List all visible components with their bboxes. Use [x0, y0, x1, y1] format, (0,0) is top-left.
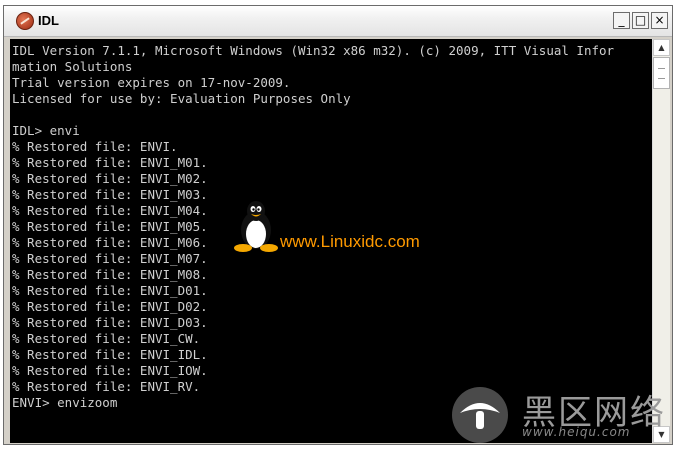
console-line: % Restored file: ENVI_M08.: [12, 267, 208, 282]
mushroom-logo-icon: [452, 387, 508, 443]
console-line: IDL> envi: [12, 123, 80, 138]
console-line: IDL Version 7.1.1, Microsoft Windows (Wi…: [12, 43, 615, 58]
console-line: % Restored file: ENVI_IDL.: [12, 347, 208, 362]
maximize-button[interactable]: □: [632, 12, 649, 29]
heiqu-logo: 黑区网络 www.heiqu.com: [446, 385, 671, 445]
penguin-icon: [234, 201, 278, 252]
logo-url-text: www.heiqu.com: [522, 425, 631, 439]
console-line: % Restored file: ENVI_M01.: [12, 155, 208, 170]
console-line: % Restored file: ENVI_M05.: [12, 219, 208, 234]
console-line: % Restored file: ENVI.: [12, 139, 178, 154]
console-line: % Restored file: ENVI_D03.: [12, 315, 208, 330]
vertical-scrollbar[interactable]: ▲ ▼: [652, 39, 670, 443]
console-line: Licensed for use by: Evaluation Purposes…: [12, 91, 351, 106]
minimize-button[interactable]: _: [613, 12, 630, 29]
console-prompt-line: ENVI> envizoom: [12, 395, 118, 410]
console-line: mation Solutions: [12, 59, 133, 74]
scroll-thumb[interactable]: [653, 57, 670, 89]
console-line: % Restored file: ENVI_M04.: [12, 203, 208, 218]
linuxidc-watermark: www.Linuxidc.com: [232, 198, 462, 252]
console-line: % Restored file: ENVI_D01.: [12, 283, 208, 298]
console-line: % Restored file: ENVI_CW.: [12, 331, 201, 346]
watermark-url: www.Linuxidc.com: [280, 232, 420, 251]
title-bar[interactable]: IDL _ □ ×: [4, 6, 672, 37]
window-title: IDL: [38, 13, 59, 28]
console-line: % Restored file: ENVI_M06.: [12, 235, 208, 250]
console-line: % Restored file: ENVI_IOW.: [12, 363, 208, 378]
scroll-up-button[interactable]: ▲: [653, 39, 670, 56]
idl-app-icon[interactable]: [16, 12, 34, 30]
console-line: % Restored file: ENVI_M03.: [12, 187, 208, 202]
console-line: % Restored file: ENVI_RV.: [12, 379, 201, 394]
console-line: % Restored file: ENVI_M02.: [12, 171, 208, 186]
console-line: % Restored file: ENVI_M07.: [12, 251, 208, 266]
console-line: Trial version expires on 17-nov-2009.: [12, 75, 291, 90]
close-button[interactable]: ×: [651, 12, 668, 29]
console-line: % Restored file: ENVI_D02.: [12, 299, 208, 314]
